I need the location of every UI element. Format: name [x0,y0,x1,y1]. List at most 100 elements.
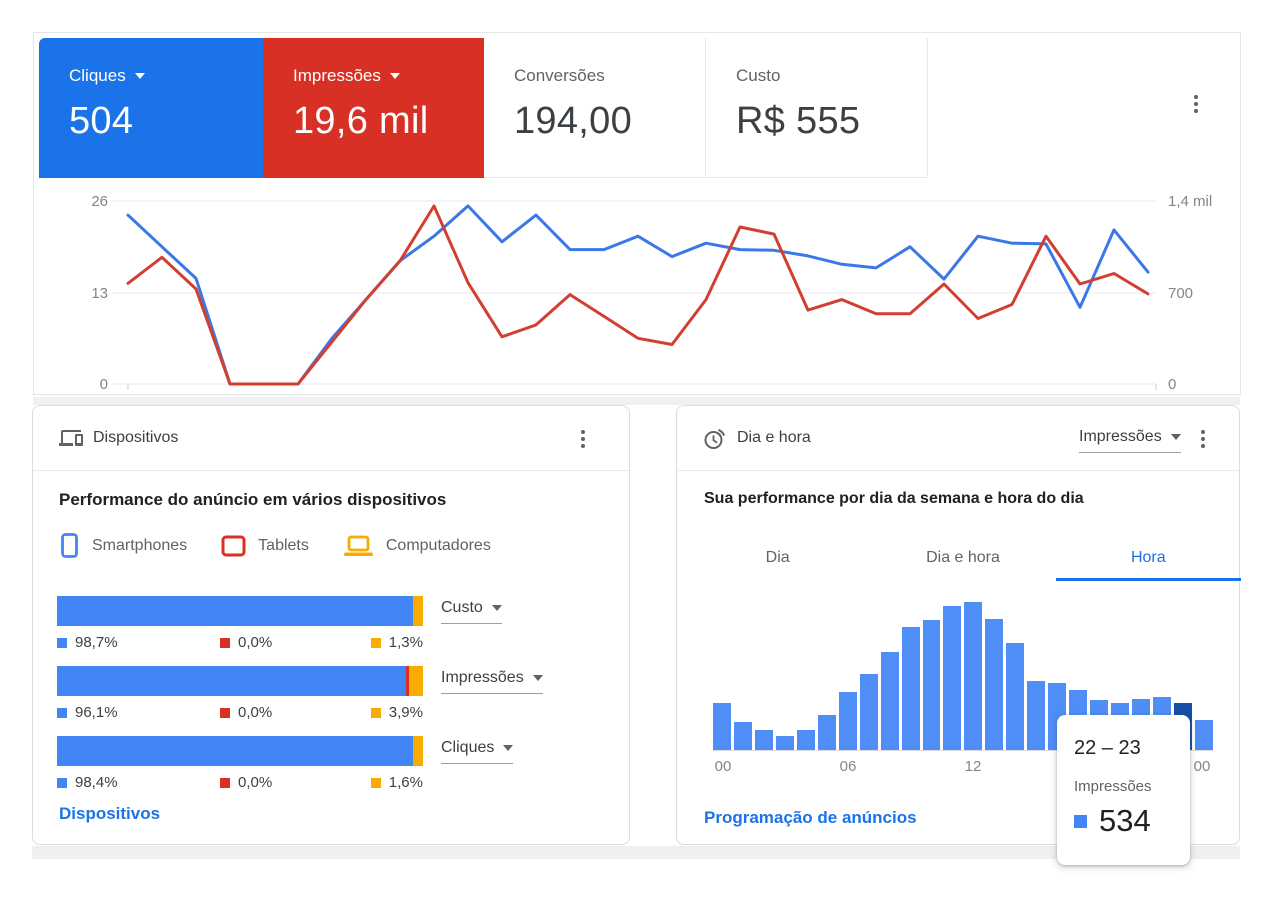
bar-segment-computadores [413,736,423,766]
percentage-label-tablets: 0,0% [220,704,272,721]
devices-footer-link[interactable]: Dispositivos [59,804,160,824]
swatch-icon [371,708,381,718]
chevron-down-icon [1171,434,1181,440]
hour-bar-9[interactable] [902,627,920,750]
swatch-icon [220,638,230,648]
swatch-icon [371,778,381,788]
schedule-subtitle: Sua performance por dia da semana e hora… [704,490,1084,508]
tooltip-value: 534 [1099,803,1151,839]
swatch-icon [371,638,381,648]
devices-legend: Smartphones Tablets Computadores [59,532,525,559]
metric-dropdown-cliques[interactable]: Cliques [441,739,513,764]
hour-bar-3[interactable] [776,736,794,750]
device-bar-impressões[interactable] [57,666,423,696]
swatch-icon [57,708,67,718]
right-axis-tick: 0 [1168,376,1176,393]
tab-hora[interactable]: Hora [1056,537,1241,581]
timeseries-chart [34,33,1242,396]
metric-dropdown-custo[interactable]: Custo [441,599,502,624]
hour-bar-10[interactable] [923,620,941,750]
hour-bar-14[interactable] [1006,643,1024,750]
hour-bar-11[interactable] [943,606,961,750]
bar-segment-computadores [409,666,423,696]
left-axis-tick: 13 [64,285,108,302]
card-title: Dia e hora [737,429,811,447]
legend-item-smartphones: Smartphones [59,532,187,559]
ad-schedule-footer-link[interactable]: Programação de anúncios [704,808,917,828]
series-swatch-icon [1074,815,1087,828]
day-hour-card: Dia e hora Impressões Sua performance po… [676,405,1240,845]
hour-bar-1[interactable] [734,722,752,750]
metric-dropdown[interactable]: Impressões [1079,428,1181,453]
devices-card-header: Dispositivos [33,406,629,471]
tooltip-metric-label: Impressões [1074,778,1190,795]
percentage-label-tablets: 0,0% [220,634,272,651]
device-bar-cliques[interactable] [57,736,423,766]
hour-bar-8[interactable] [881,652,899,750]
tooltip-hour-range: 22 – 23 [1074,737,1190,760]
bar-segment-computadores [413,596,423,626]
swatch-icon [57,638,67,648]
hour-bar-7[interactable] [860,674,878,750]
device-bar-custo[interactable] [57,596,423,626]
metric-dropdown-impressões[interactable]: Impressões [441,669,543,694]
hour-bar-5[interactable] [818,715,836,750]
hour-bar-6[interactable] [839,692,857,750]
laptop-icon [343,535,374,557]
smartphone-icon [59,532,80,559]
page-background-band [33,397,1240,405]
bar-segment-smartphones [57,596,413,626]
schedule-tabs: Dia Dia e hora Hora [685,537,1241,581]
swatch-icon [220,708,230,718]
tab-dia[interactable]: Dia [685,537,870,581]
device-performance-rows: 98,7% 0,0% 1,3% Custo 96,1% 0,0% 3,9% Impressõe… [57,596,607,808]
chart-tooltip: 22 – 23 Impressões 534 [1057,715,1190,865]
percentage-row: 96,1% 0,0% 3,9% [57,704,423,722]
bar-segment-smartphones [57,736,413,766]
chevron-down-icon [503,745,513,751]
hour-bar-12[interactable] [964,602,982,750]
percentage-label-computadores: 3,9% [371,704,423,721]
kebab-menu-icon[interactable] [581,430,585,448]
hour-bar-15[interactable] [1027,681,1045,750]
hour-bar-13[interactable] [985,619,1003,750]
bar-segment-smartphones [57,666,406,696]
swatch-icon [57,778,67,788]
right-axis-tick: 1,4 mil [1168,193,1212,210]
devices-card: Dispositivos Performance do anúncio em v… [32,405,630,845]
percentage-label-smartphones: 96,1% [57,704,118,721]
percentage-row: 98,4% 0,0% 1,6% [57,774,423,792]
hour-bar-23[interactable] [1195,720,1213,750]
devices-icon [59,426,83,450]
chevron-down-icon [492,605,502,611]
day-hour-card-header: Dia e hora Impressões [677,406,1239,471]
x-axis-label: 06 [840,758,857,775]
tab-dia-e-hora[interactable]: Dia e hora [870,537,1055,581]
percentage-label-computadores: 1,6% [371,774,423,791]
percentage-label-computadores: 1,3% [371,634,423,651]
x-axis-label: 12 [965,758,982,775]
left-axis-tick: 0 [64,376,108,393]
summary-card: Cliques 504 Impressões 19,6 mil Conversõ… [33,32,1241,395]
tablet-icon [221,535,246,557]
hour-bar-4[interactable] [797,730,815,750]
hour-bar-0[interactable] [713,703,731,750]
kebab-menu-icon[interactable] [1201,430,1205,448]
devices-subtitle: Performance do anúncio em vários disposi… [59,490,446,510]
percentage-label-smartphones: 98,4% [57,774,118,791]
tooltip-value-row: 534 [1074,803,1190,839]
hour-bar-2[interactable] [755,730,773,750]
percentage-label-tablets: 0,0% [220,774,272,791]
google-ads-overview-page: Cliques 504 Impressões 19,6 mil Conversõ… [0,0,1278,900]
x-axis-label: 00 [1194,758,1211,775]
legend-item-tablets: Tablets [221,535,309,557]
legend-item-computadores: Computadores [343,535,491,557]
chevron-down-icon [533,675,543,681]
swatch-icon [220,778,230,788]
right-axis-tick: 700 [1168,285,1193,302]
percentage-row: 98,7% 0,0% 1,3% [57,634,423,652]
percentage-label-smartphones: 98,7% [57,634,118,651]
left-axis-tick: 26 [64,193,108,210]
x-axis-label: 00 [715,758,732,775]
clock-icon [703,426,728,451]
